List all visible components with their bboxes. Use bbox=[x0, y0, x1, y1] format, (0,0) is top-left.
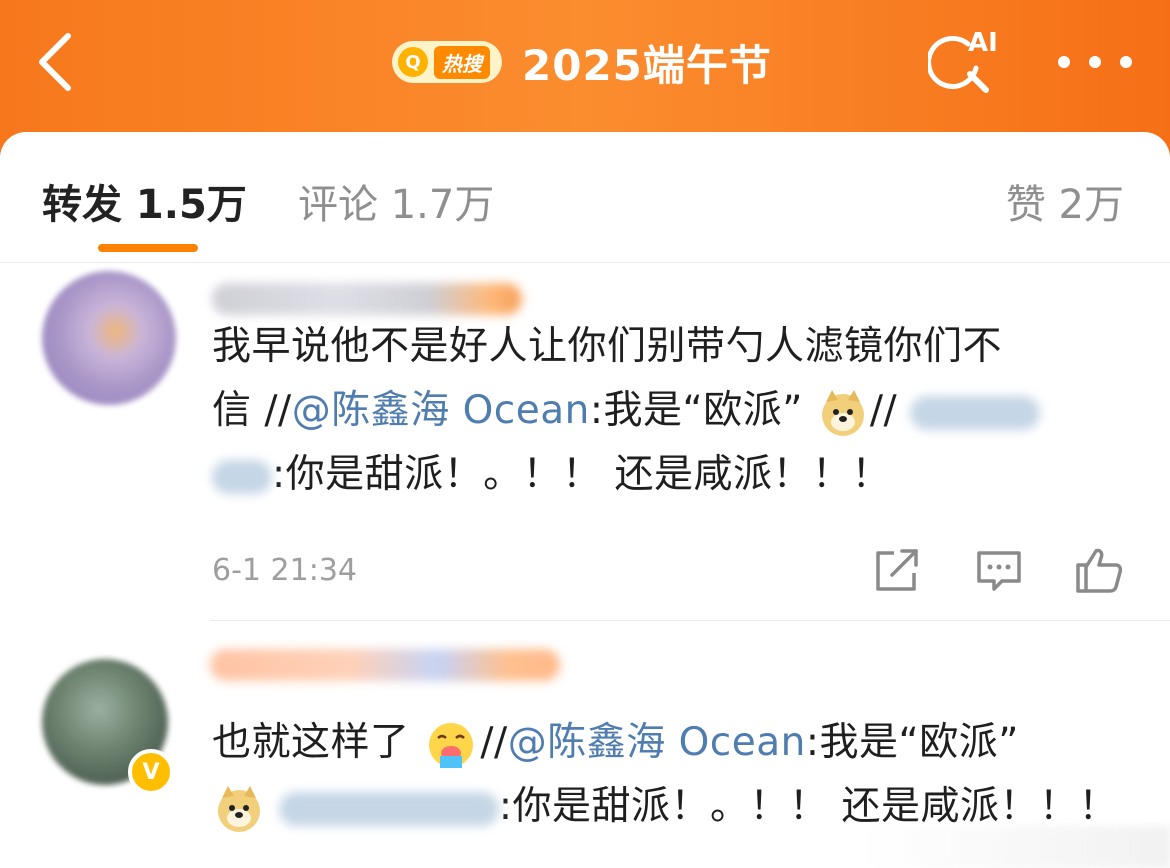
text-segment: :你是甜派！。！！ 还是咸派！！！ bbox=[272, 452, 892, 497]
mention-blurred[interactable] bbox=[212, 459, 272, 494]
like-button[interactable] bbox=[1074, 545, 1124, 595]
mention-link[interactable]: @陈鑫海 Ocean bbox=[292, 388, 590, 433]
like-icon bbox=[1076, 548, 1123, 593]
comment-button[interactable] bbox=[974, 545, 1024, 595]
text-segment: :我是“欧派” bbox=[805, 720, 1019, 765]
hot-search-label: 热搜 bbox=[434, 45, 490, 79]
back-arrow-icon bbox=[39, 33, 71, 91]
weibo-repost-page: Q 热搜 2025端午节 AI 转发 1.5万 评论 1.7万 赞 2万 我早说… bbox=[0, 0, 1170, 868]
text-segment: 也就这样了 bbox=[212, 720, 410, 765]
timestamp: 6-1 21:34 bbox=[212, 553, 357, 588]
doge-emoji bbox=[821, 389, 864, 436]
more-icon-dot bbox=[1120, 56, 1132, 68]
repost-icon bbox=[876, 549, 918, 591]
username-blurred[interactable] bbox=[212, 283, 522, 315]
tab-bar: 转发 1.5万 评论 1.7万 赞 2万 bbox=[0, 132, 1170, 262]
repost-text: 也就这样了 //@陈鑫海 Ocean:我是“欧派”:你是甜派！。！！ 还是咸派… bbox=[212, 711, 1118, 839]
watermark-blur bbox=[860, 826, 1170, 868]
doge-emoji bbox=[218, 785, 260, 832]
text-segment: // bbox=[869, 388, 898, 433]
tab-comment[interactable]: 评论 1.7万 bbox=[298, 172, 494, 230]
back-button[interactable] bbox=[32, 30, 82, 94]
repost-text: 我早说他不是好人让你们别带勺人滤镜你们不 信 //@陈鑫海 Ocean:我是“欧… bbox=[212, 315, 1040, 507]
avatar[interactable] bbox=[42, 271, 176, 405]
hot-search-badge[interactable]: Q 热搜 bbox=[392, 41, 502, 83]
repost-item: 我早说他不是好人让你们别带勺人滤镜你们不 信 //@陈鑫海 Ocean:我是“欧… bbox=[0, 263, 1170, 618]
verified-badge-icon: V bbox=[128, 749, 174, 795]
more-button[interactable] bbox=[1058, 48, 1132, 76]
mention-link[interactable]: @陈鑫海 Ocean bbox=[508, 720, 806, 765]
repost-panel: 转发 1.5万 评论 1.7万 赞 2万 我早说他不是好人让你们别带勺人滤镜你们… bbox=[0, 132, 1170, 868]
text-line: 我早说他不是好人让你们别带勺人滤镜你们不 bbox=[212, 324, 1003, 369]
sweat-emoji bbox=[429, 722, 474, 768]
more-icon-dot bbox=[1058, 56, 1070, 68]
text-segment: // bbox=[480, 720, 508, 765]
mention-blurred[interactable] bbox=[278, 791, 499, 826]
ai-search-button[interactable]: AI bbox=[928, 28, 1004, 96]
username-blurred[interactable] bbox=[210, 649, 560, 681]
tab-like[interactable]: 赞 2万 bbox=[1006, 172, 1124, 230]
text-segment: 信 // bbox=[212, 388, 292, 433]
more-icon-dot bbox=[1089, 56, 1101, 68]
repost-button[interactable] bbox=[872, 545, 922, 595]
tab-repost[interactable]: 转发 1.5万 bbox=[42, 172, 247, 230]
text-segment: :你是甜派！。！！ 还是咸派！！！ bbox=[498, 784, 1118, 829]
search-icon: Q bbox=[398, 47, 428, 77]
active-tab-indicator bbox=[98, 244, 198, 252]
comment-icon bbox=[977, 551, 1021, 591]
mention-blurred[interactable] bbox=[910, 395, 1040, 430]
text-segment: :我是“欧派” bbox=[589, 388, 803, 433]
page-title: 2025端午节 bbox=[522, 40, 772, 90]
title-area: Q 热搜 2025端午节 bbox=[392, 34, 772, 90]
ai-label: AI bbox=[968, 28, 998, 58]
